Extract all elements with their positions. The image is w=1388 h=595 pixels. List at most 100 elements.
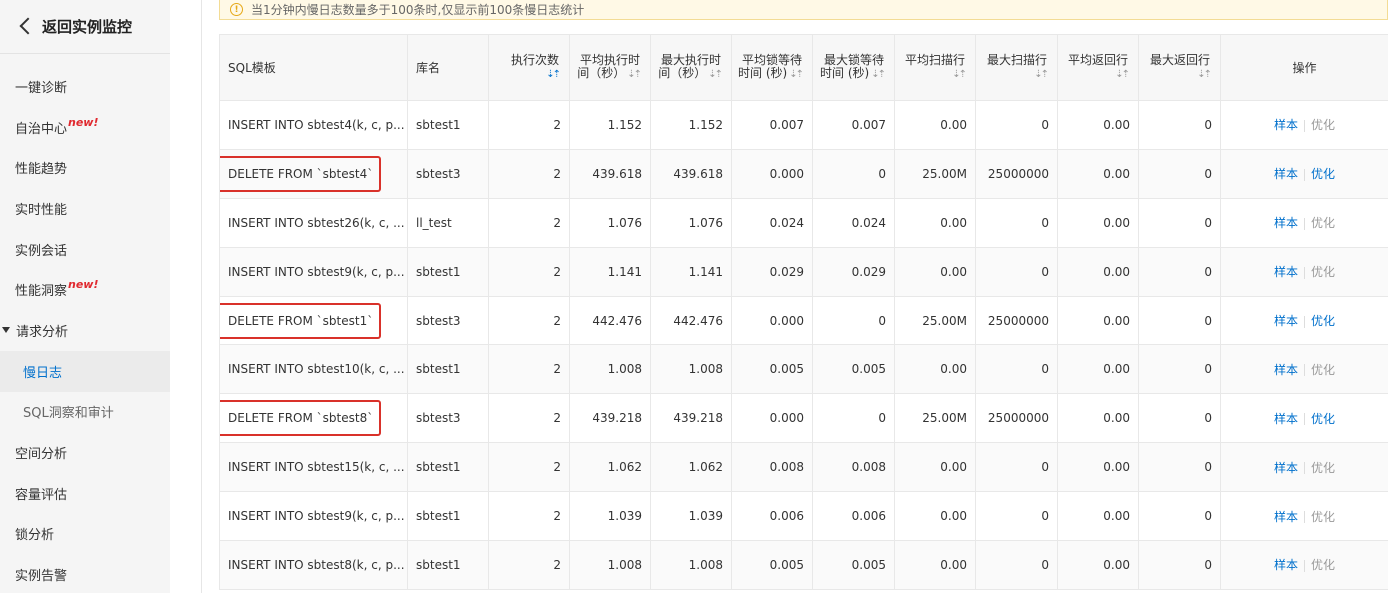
col-header-avg-scan-rows[interactable]: 平均扫描行⇣⇡ [895, 35, 976, 101]
cell-avg-lock-wait: 0.005 [732, 541, 813, 590]
table-row: INSERT INTO sbtest8(k, c, p...sbtest121.… [220, 541, 1388, 590]
sql-template-text: DELETE FROM `sbtest1` [228, 314, 373, 328]
table-row: INSERT INTO sbtest9(k, c, p...sbtest121.… [220, 247, 1388, 296]
sidebar-item-sql-insight-audit[interactable]: SQL洞察和审计 [0, 392, 170, 433]
cell-actions: 样本优化 [1221, 101, 1388, 150]
sidebar-item-label: 请求分析 [16, 321, 68, 340]
sample-link[interactable]: 样本 [1274, 412, 1298, 426]
cell-max-return-rows: 0 [1139, 149, 1221, 198]
back-to-instance-monitor[interactable]: 返回实例监控 [0, 0, 170, 52]
cell-max-lock-wait: 0.006 [813, 492, 895, 541]
sidebar-item-instance-alerts[interactable]: 实例告警 [0, 554, 170, 595]
sort-icon: ⇣⇡ [789, 68, 802, 81]
optimize-link[interactable]: 优化 [1311, 216, 1335, 230]
cell-max-lock-wait: 0 [813, 394, 895, 443]
optimize-link[interactable]: 优化 [1311, 461, 1335, 475]
cell-database: ll_test [408, 198, 489, 247]
cell-actions: 样本优化 [1221, 247, 1388, 296]
optimize-link[interactable]: 优化 [1311, 314, 1335, 328]
sidebar-item-label: 锁分析 [15, 524, 54, 543]
cell-max-exec-time: 1.152 [651, 101, 732, 150]
col-header-avg-exec-time[interactable]: 平均执行时间（秒）⇣⇡ [570, 35, 651, 101]
sidebar-item-space-analysis[interactable]: 空间分析 [0, 432, 170, 473]
col-header-actions: 操作 [1221, 35, 1388, 101]
cell-max-scan-rows: 0 [976, 492, 1058, 541]
sidebar: 返回实例监控 一键诊断 自治中心new! 性能趋势 实时性能 实例会话 性能洞察… [0, 0, 170, 593]
chevron-left-icon [20, 18, 37, 35]
sample-link[interactable]: 样本 [1274, 558, 1298, 572]
optimize-link[interactable]: 优化 [1311, 510, 1335, 524]
sample-link[interactable]: 样本 [1274, 118, 1298, 132]
sidebar-item-slow-log[interactable]: 慢日志 [0, 351, 170, 392]
cell-max-scan-rows: 25000000 [976, 296, 1058, 345]
optimize-link[interactable]: 优化 [1311, 363, 1335, 377]
sql-template-text: INSERT INTO sbtest9(k, c, p... [228, 265, 405, 279]
cell-max-scan-rows: 0 [976, 101, 1058, 150]
sidebar-item-label: 一键诊断 [15, 77, 67, 96]
col-header-exec-count[interactable]: 执行次数⇣⇡ [489, 35, 570, 101]
sidebar-item-instance-sessions[interactable]: 实例会话 [0, 229, 170, 270]
col-header-max-scan-rows[interactable]: 最大扫描行⇣⇡ [976, 35, 1058, 101]
slow-log-table: SQL模板 库名 执行次数⇣⇡ 平均执行时间（秒）⇣⇡ 最大执行时间（秒）⇣⇡ … [219, 34, 1388, 590]
cell-actions: 样本优化 [1221, 198, 1388, 247]
cell-avg-exec-time: 1.008 [570, 541, 651, 590]
sidebar-item-capacity-evaluation[interactable]: 容量评估 [0, 473, 170, 514]
cell-exec-count: 2 [489, 492, 570, 541]
cell-sql-template: INSERT INTO sbtest8(k, c, p... [220, 541, 408, 590]
sidebar-item-autonomy-center[interactable]: 自治中心new! [0, 107, 170, 148]
cell-max-return-rows: 0 [1139, 101, 1221, 150]
cell-max-exec-time: 1.076 [651, 198, 732, 247]
cell-max-return-rows: 0 [1139, 541, 1221, 590]
cell-avg-lock-wait: 0.000 [732, 394, 813, 443]
sort-icon: ⇣⇡ [952, 68, 965, 81]
cell-max-exec-time: 439.218 [651, 394, 732, 443]
col-header-max-lock-wait[interactable]: 最大锁等待时间 (秒)⇣⇡ [813, 35, 895, 101]
col-header-avg-return-rows[interactable]: 平均返回行⇣⇡ [1058, 35, 1139, 101]
optimize-link[interactable]: 优化 [1311, 265, 1335, 279]
cell-max-scan-rows: 0 [976, 345, 1058, 394]
cell-sql-template: INSERT INTO sbtest15(k, c, ... [220, 443, 408, 492]
sql-template-text: INSERT INTO sbtest15(k, c, ... [228, 460, 405, 474]
sidebar-item-performance-insight[interactable]: 性能洞察new! [0, 269, 170, 310]
sidebar-item-label: 实时性能 [15, 199, 67, 218]
cell-sql-template: DELETE FROM `sbtest4` [220, 149, 408, 198]
sample-link[interactable]: 样本 [1274, 461, 1298, 475]
col-header-max-exec-time[interactable]: 最大执行时间（秒）⇣⇡ [651, 35, 732, 101]
col-header-max-return-rows[interactable]: 最大返回行⇣⇡ [1139, 35, 1221, 101]
cell-avg-lock-wait: 0.000 [732, 149, 813, 198]
col-header-database: 库名 [408, 35, 489, 101]
cell-avg-lock-wait: 0.006 [732, 492, 813, 541]
cell-avg-lock-wait: 0.029 [732, 247, 813, 296]
table-row: INSERT INTO sbtest26(k, c, ...ll_test21.… [220, 198, 1388, 247]
sidebar-item-diagnosis[interactable]: 一键诊断 [0, 66, 170, 107]
sample-link[interactable]: 样本 [1274, 265, 1298, 279]
sidebar-item-label: 容量评估 [15, 484, 67, 503]
cell-exec-count: 2 [489, 101, 570, 150]
sample-link[interactable]: 样本 [1274, 216, 1298, 230]
cell-exec-count: 2 [489, 198, 570, 247]
sample-link[interactable]: 样本 [1274, 314, 1298, 328]
col-header-sql-template: SQL模板 [220, 35, 408, 101]
table-header-row: SQL模板 库名 执行次数⇣⇡ 平均执行时间（秒）⇣⇡ 最大执行时间（秒）⇣⇡ … [220, 35, 1388, 101]
cell-max-lock-wait: 0.024 [813, 198, 895, 247]
sample-link[interactable]: 样本 [1274, 363, 1298, 377]
sidebar-item-lock-analysis[interactable]: 锁分析 [0, 514, 170, 555]
cell-sql-template: DELETE FROM `sbtest8` [220, 394, 408, 443]
back-label: 返回实例监控 [42, 16, 132, 37]
cell-sql-template: INSERT INTO sbtest9(k, c, p... [220, 492, 408, 541]
optimize-link[interactable]: 优化 [1311, 558, 1335, 572]
sort-icon: ⇣⇡ [1115, 68, 1128, 81]
sidebar-item-realtime-performance[interactable]: 实时性能 [0, 188, 170, 229]
sidebar-item-performance-trend[interactable]: 性能趋势 [0, 147, 170, 188]
optimize-link[interactable]: 优化 [1311, 412, 1335, 426]
sample-link[interactable]: 样本 [1274, 510, 1298, 524]
cell-max-scan-rows: 0 [976, 443, 1058, 492]
cell-max-lock-wait: 0.029 [813, 247, 895, 296]
action-divider [1304, 169, 1305, 181]
optimize-link[interactable]: 优化 [1311, 118, 1335, 132]
sidebar-group-request-analysis[interactable]: 请求分析 [0, 310, 170, 351]
sql-template-text: INSERT INTO sbtest8(k, c, p... [228, 558, 405, 572]
optimize-link[interactable]: 优化 [1311, 167, 1335, 181]
col-header-avg-lock-wait[interactable]: 平均锁等待时间 (秒)⇣⇡ [732, 35, 813, 101]
sample-link[interactable]: 样本 [1274, 167, 1298, 181]
